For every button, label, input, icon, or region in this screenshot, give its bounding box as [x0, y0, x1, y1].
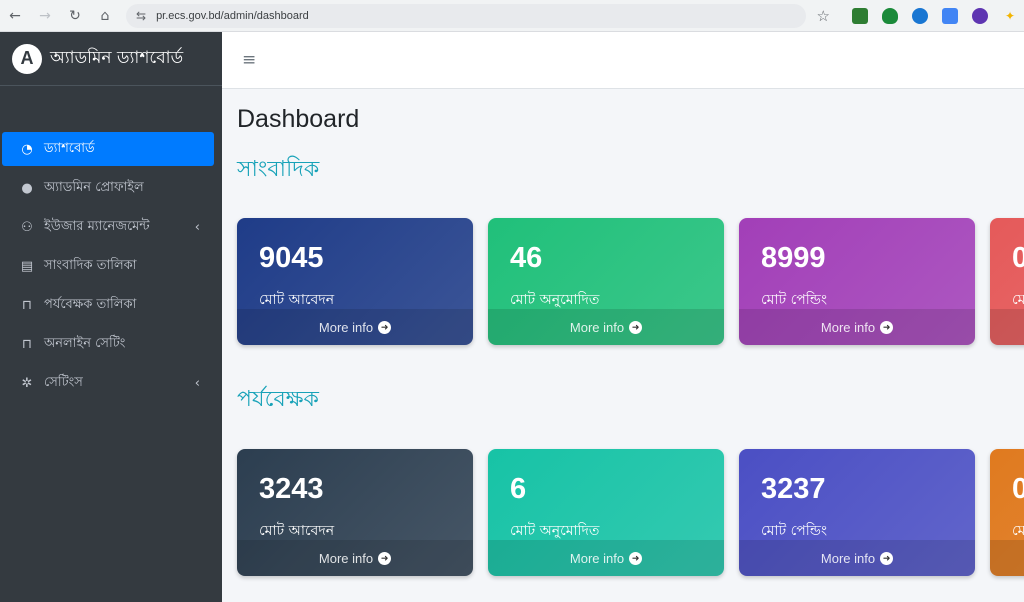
- brand-logo: A: [12, 43, 42, 74]
- stat-card: 3237 মোট পেন্ডিং More info ➜: [739, 449, 975, 576]
- sidebar-item-settings[interactable]: ✲ সেটিংস ‹: [2, 366, 214, 400]
- stat-card: 0 মো More info➜: [990, 449, 1024, 576]
- more-info-link[interactable]: More info ➜: [739, 540, 975, 576]
- gear-icon: ✲: [21, 375, 33, 391]
- hamburger-menu-icon[interactable]: ≡: [242, 50, 256, 70]
- arrow-circle-right-icon: ➜: [880, 320, 894, 334]
- sidebar-item-user-management[interactable]: ⚇ ইউজার ম্যানেজমেন্ট ‹: [2, 210, 214, 244]
- more-info-label: More info: [569, 550, 625, 566]
- stat-value: 3243: [259, 473, 324, 505]
- arrow-circle-right-icon: ➜: [629, 551, 643, 565]
- sidebar-menu: ◔ ড্যাশবোর্ড ● অ্যাডমিন প্রোফাইল ⚇ ইউজার…: [0, 132, 222, 400]
- stat-value: 0: [1012, 242, 1024, 274]
- binoculars-icon: ⊓: [21, 336, 33, 352]
- tachometer-icon: ◔: [21, 141, 33, 157]
- sidebar-item-admin-profile[interactable]: ● অ্যাডমিন প্রোফাইল: [2, 171, 214, 205]
- browser-toolbar: ← → ↻ ⌂ ⇆ pr.ecs.gov.bd/admin/dashboard …: [0, 0, 1024, 32]
- stat-value: 8999: [761, 242, 826, 274]
- sidebar-item-label: পর্যবেক্ষক তালিকা: [44, 296, 137, 312]
- extension-translate-icon[interactable]: [942, 8, 958, 24]
- stat-card: 3243 মোট আবেদন More info ➜: [237, 449, 473, 576]
- user-circle-icon: ●: [21, 180, 33, 196]
- more-info-link[interactable]: More info ➜: [488, 309, 724, 345]
- stat-value: 6: [510, 473, 527, 505]
- more-info-link[interactable]: More info ➜: [237, 309, 473, 345]
- extension-purple-icon[interactable]: [972, 8, 988, 24]
- sidebar: A অ্যাডমিন ড্যাশবোর্ড ◔ ড্যাশবোর্ড ● অ্য…: [0, 32, 222, 602]
- extensions-area: ☆ ✦: [817, 0, 1018, 32]
- more-info-link[interactable]: More info ➜: [739, 309, 975, 345]
- arrow-circle-right-icon: ➜: [378, 551, 392, 565]
- extension-green-icon[interactable]: [852, 8, 868, 24]
- stat-card: 0 মো More info➜: [990, 218, 1024, 345]
- sidebar-item-label: সেটিংস: [44, 374, 83, 390]
- address-bar[interactable]: ⇆ pr.ecs.gov.bd/admin/dashboard: [126, 3, 806, 28]
- id-card-icon: ▤: [20, 258, 34, 274]
- brand-text: অ্যাডমিন ড্যাশবোর্ড: [50, 47, 184, 68]
- chevron-left-icon: ‹: [194, 375, 200, 391]
- site-settings-icon[interactable]: ⇆: [136, 9, 146, 23]
- arrow-circle-right-icon: ➜: [378, 320, 392, 334]
- sidebar-item-label: অনলাইন সেটিং: [44, 335, 126, 351]
- chevron-left-icon: ‹: [194, 219, 200, 235]
- stat-value: 0: [1012, 473, 1024, 505]
- url-text: pr.ecs.gov.bd/admin/dashboard: [156, 9, 309, 22]
- arrow-circle-right-icon: ➜: [629, 320, 643, 334]
- arrow-circle-right-icon: ➜: [880, 551, 894, 565]
- more-info-label: More info: [569, 319, 625, 335]
- stat-card: 8999 মোট পেন্ডিং More info ➜: [739, 218, 975, 345]
- stat-card: 46 মোট অনুমোদিত More info ➜: [488, 218, 724, 345]
- section-title-observer: পর্যবেক্ষক: [237, 387, 319, 412]
- sidebar-item-label: সাংবাদিক তালিকা: [44, 257, 137, 273]
- stat-value: 3237: [761, 473, 826, 505]
- reload-icon[interactable]: ↻: [60, 0, 90, 32]
- sidebar-item-journalist-list[interactable]: ▤ সাংবাদিক তালিকা: [2, 249, 214, 283]
- sidebar-item-label: ড্যাশবোর্ড: [44, 140, 95, 156]
- forward-icon[interactable]: →: [30, 0, 60, 32]
- more-info-label: More info: [318, 319, 374, 335]
- extension-blue-icon[interactable]: [912, 8, 928, 24]
- sidebar-item-observer-list[interactable]: ⊓ পর্যবেক্ষক তালিকা: [2, 288, 214, 322]
- more-info-label: More info: [820, 550, 876, 566]
- extension-shield-icon[interactable]: [882, 8, 898, 24]
- sidebar-item-online-setting[interactable]: ⊓ অনলাইন সেটিং: [2, 327, 214, 361]
- binoculars-icon: ⊓: [21, 297, 33, 313]
- bookmark-star-icon[interactable]: ☆: [817, 7, 830, 25]
- sidebar-item-label: ইউজার ম্যানেজমেন্ট: [44, 218, 150, 234]
- more-info-link[interactable]: More info ➜: [488, 540, 724, 576]
- extension-pin-icon[interactable]: ✦: [1002, 8, 1018, 24]
- page-title: Dashboard: [237, 105, 360, 133]
- stat-value: 46: [510, 242, 543, 274]
- more-info-link[interactable]: More info ➜: [237, 540, 473, 576]
- back-icon[interactable]: ←: [0, 0, 30, 32]
- stat-value: 9045: [259, 242, 324, 274]
- main-content: Dashboard সাংবাদিক 9045 মোট আবেদন More i…: [222, 89, 1024, 602]
- more-info-label: More info: [820, 319, 876, 335]
- more-info-link[interactable]: More info➜: [990, 540, 1024, 576]
- brand-link[interactable]: A অ্যাডমিন ড্যাশবোর্ড: [0, 32, 222, 86]
- more-info-label: More info: [318, 550, 374, 566]
- stat-card: 9045 মোট আবেদন More info ➜: [237, 218, 473, 345]
- stat-card: 6 মোট অনুমোদিত More info ➜: [488, 449, 724, 576]
- sidebar-item-label: অ্যাডমিন প্রোফাইল: [44, 179, 144, 195]
- sidebar-item-dashboard[interactable]: ◔ ড্যাশবোর্ড: [2, 132, 214, 166]
- more-info-link[interactable]: More info➜: [990, 309, 1024, 345]
- top-navbar: ≡: [222, 32, 1024, 89]
- home-icon[interactable]: ⌂: [90, 0, 120, 32]
- users-icon: ⚇: [21, 219, 33, 235]
- section-title-journalist: সাংবাদিক: [237, 157, 320, 182]
